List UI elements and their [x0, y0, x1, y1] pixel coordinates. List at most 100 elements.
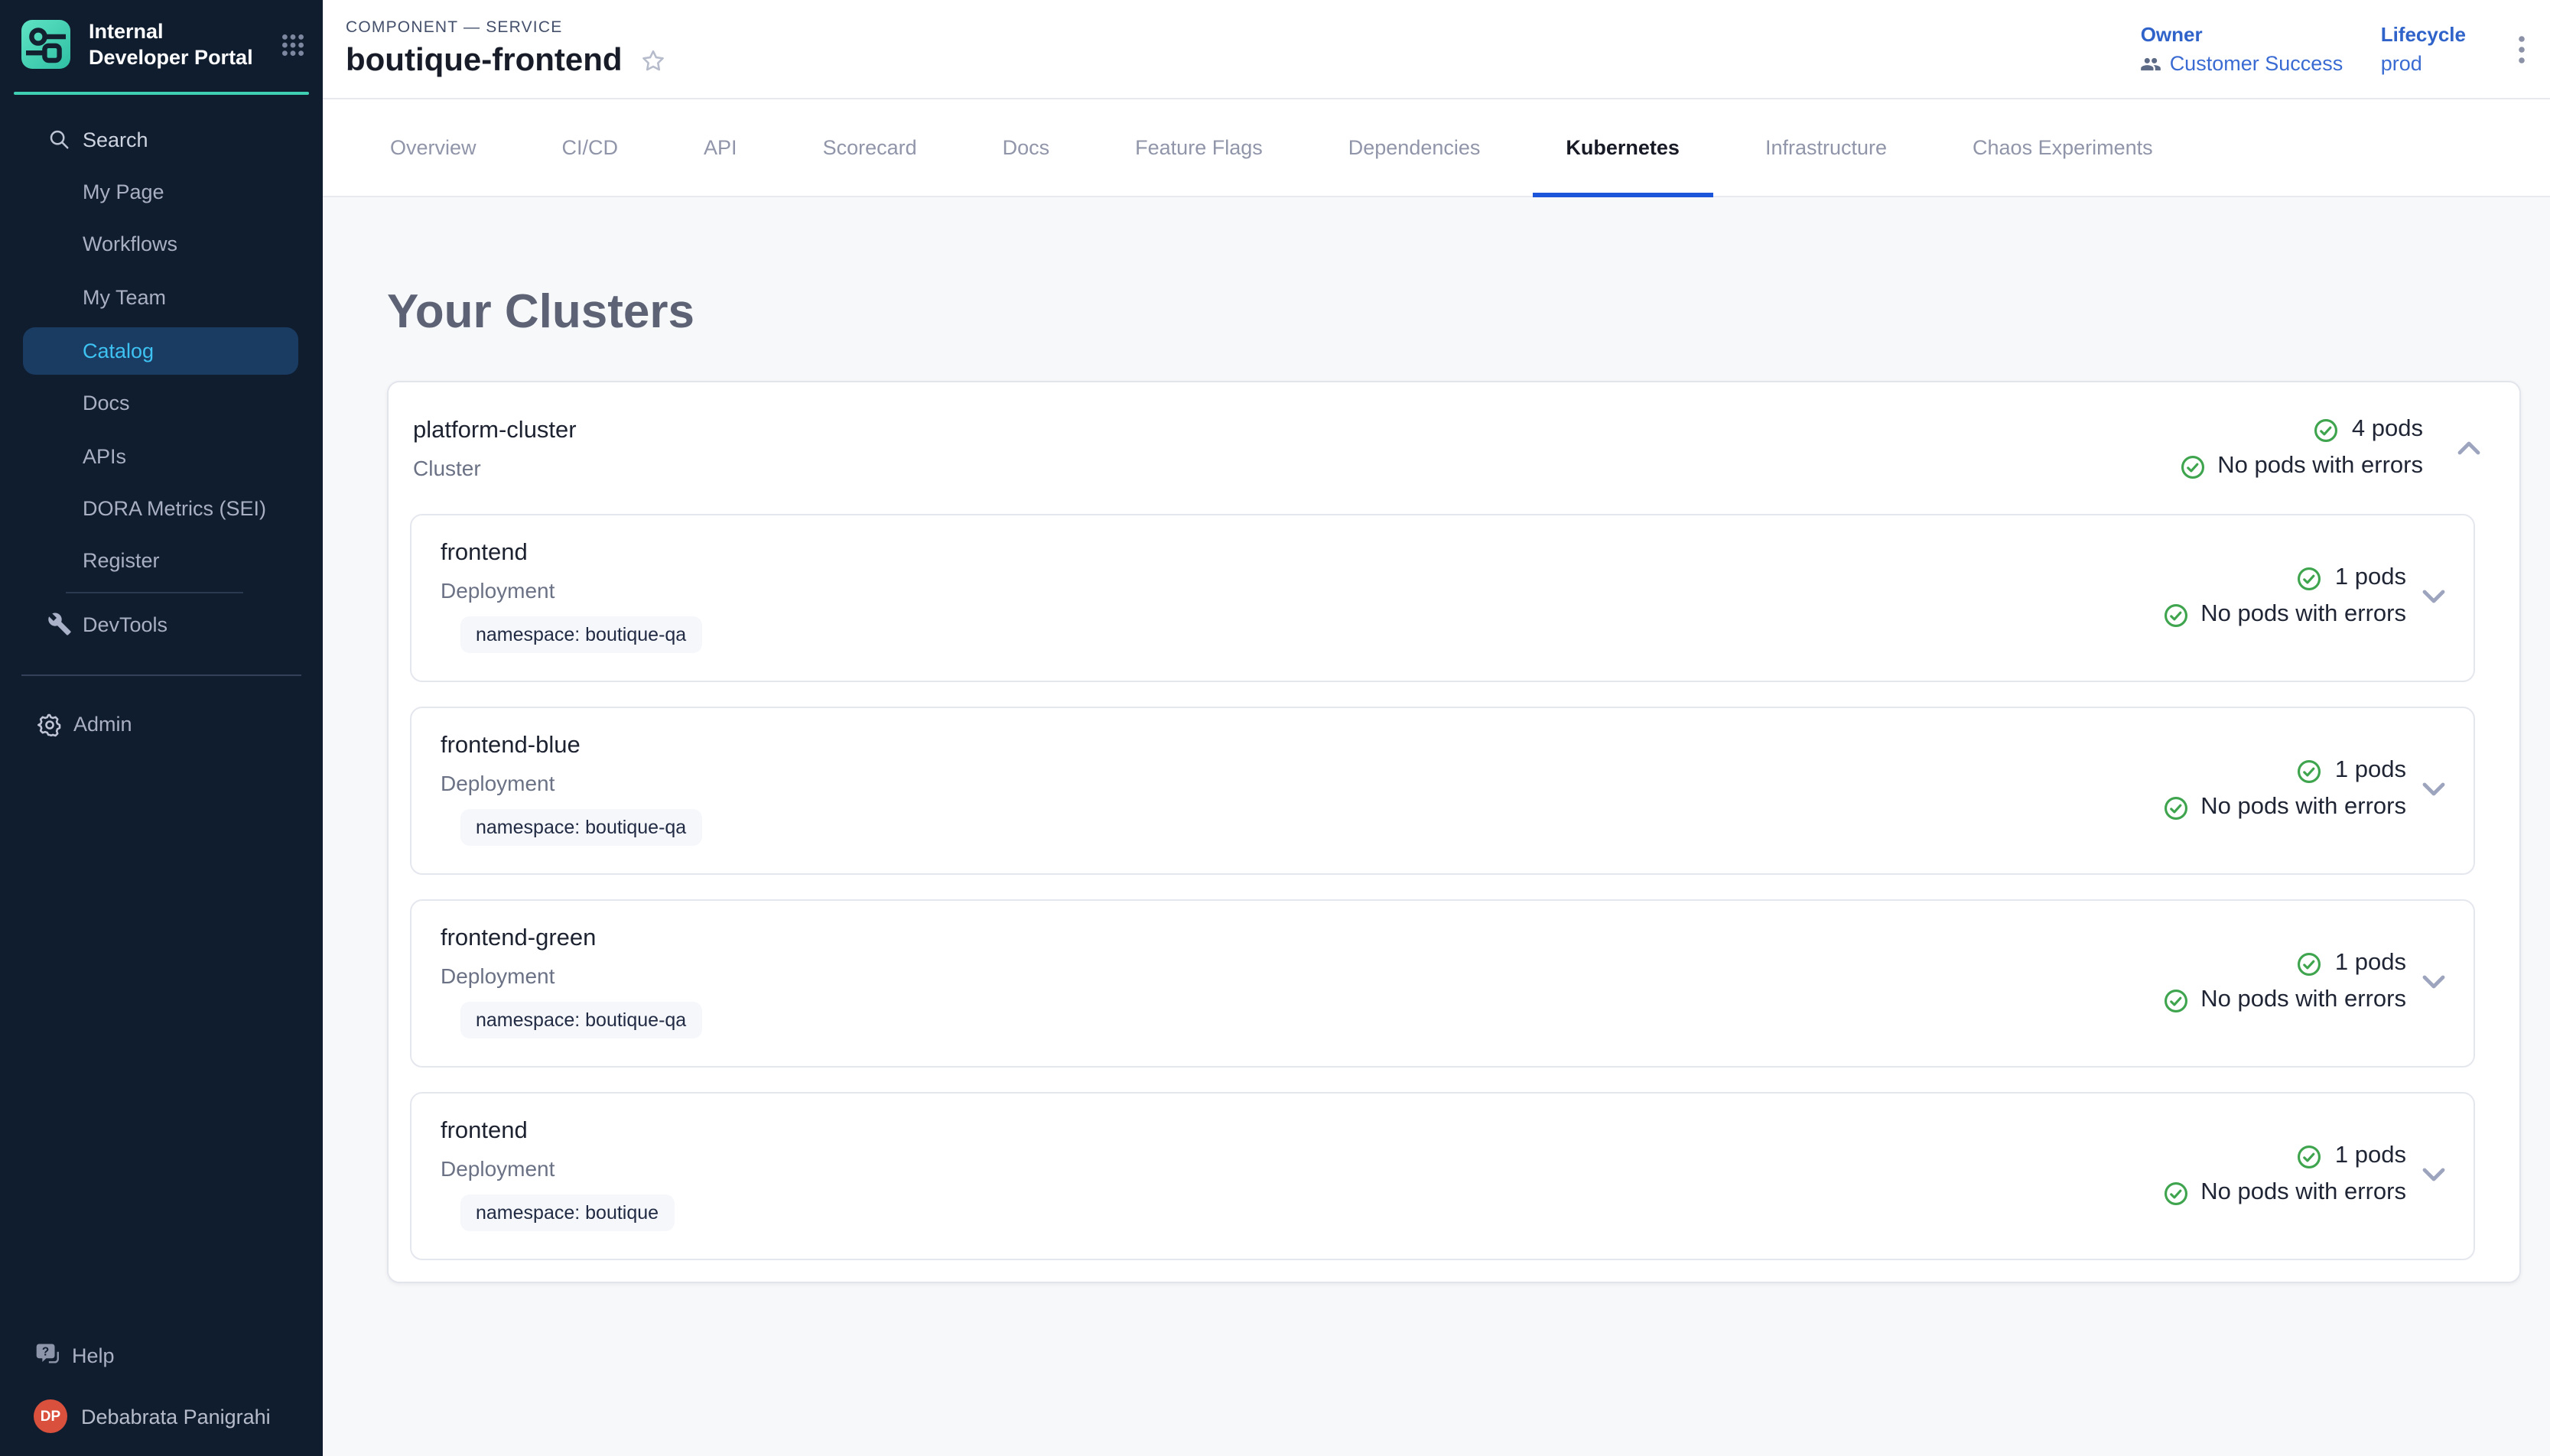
wrench-icon	[47, 613, 72, 637]
tab-infrastructure[interactable]: Infrastructure	[1732, 99, 1921, 196]
sidebar-item-my-team[interactable]: My Team	[0, 271, 323, 323]
sidebar-item-help[interactable]: ? Help	[0, 1329, 323, 1381]
check-circle-icon	[2179, 453, 2205, 479]
workload-pod-summary: 1 pods No pods with errors	[2162, 564, 2406, 629]
sidebar-item-label: DORA Metrics (SEI)	[83, 497, 266, 520]
tab-cicd[interactable]: CI/CD	[529, 99, 652, 196]
pods-count: 1 pods	[2335, 1142, 2406, 1170]
pods-count: 1 pods	[2335, 564, 2406, 592]
check-circle-icon	[2314, 417, 2340, 443]
sidebar-spacer	[0, 751, 323, 1329]
namespace-chip: namespace: boutique-qa	[460, 1002, 701, 1038]
kubernetes-panel: Your Clusters platform-cluster Cluster 4…	[323, 197, 2550, 1456]
sidebar-item-label: Workflows	[83, 233, 177, 256]
sidebar-item-catalog[interactable]: Catalog	[23, 327, 298, 374]
tab-overview[interactable]: Overview	[356, 99, 510, 196]
app-title: Internal Developer Portal	[89, 18, 266, 70]
entity-header: COMPONENT — SERVICE boutique-frontend Ow…	[323, 0, 2550, 99]
sidebar-item-label: APIs	[83, 444, 126, 467]
sidebar-item-register[interactable]: Register	[0, 535, 323, 587]
help-label: Help	[72, 1344, 115, 1367]
sidebar-nav: Search My Page Workflows My Team Catalog…	[0, 95, 323, 751]
namespace-chip: namespace: boutique-qa	[460, 616, 701, 653]
workload-pod-summary: 1 pods No pods with errors	[2162, 1142, 2406, 1207]
tab-scorecard[interactable]: Scorecard	[789, 99, 951, 196]
chevron-down-icon[interactable]	[2422, 1167, 2446, 1182]
chevron-down-icon[interactable]	[2422, 589, 2446, 604]
workload-card: frontend Deployment namespace: boutique-…	[410, 514, 2475, 682]
workload-name: frontend	[441, 540, 701, 567]
kebab-menu-icon[interactable]	[2512, 28, 2532, 70]
chevron-down-icon[interactable]	[2422, 782, 2446, 797]
workload-card: frontend Deployment namespace: boutique …	[410, 1092, 2475, 1260]
sidebar-item-admin[interactable]: Admin	[0, 698, 323, 751]
workload-list: frontend Deployment namespace: boutique-…	[389, 505, 2519, 1282]
workload-pod-summary: 1 pods No pods with errors	[2162, 950, 2406, 1014]
sidebar-item-dora-metrics[interactable]: DORA Metrics (SEI)	[0, 483, 323, 535]
idp-logo-icon	[18, 17, 73, 72]
tab-docs[interactable]: Docs	[969, 99, 1084, 196]
workload-name: frontend	[441, 1118, 674, 1146]
cluster-card: platform-cluster Cluster 4 pods No	[387, 381, 2521, 1283]
pods-errors: No pods with errors	[2200, 986, 2406, 1014]
tab-feature-flags[interactable]: Feature Flags	[1101, 99, 1296, 196]
avatar: DP	[34, 1399, 67, 1433]
check-circle-icon	[2162, 987, 2188, 1013]
help-chat-icon: ?	[35, 1342, 61, 1368]
lifecycle-value: prod	[2381, 52, 2466, 75]
pods-count: 1 pods	[2335, 757, 2406, 785]
sidebar-item-my-page[interactable]: My Page	[0, 166, 323, 219]
check-circle-icon	[2162, 795, 2188, 821]
tab-chaos-experiments[interactable]: Chaos Experiments	[1939, 99, 2187, 196]
workload-kind: Deployment	[441, 964, 701, 988]
check-circle-icon	[2297, 1143, 2323, 1169]
page-title: boutique-frontend	[346, 43, 623, 80]
workload-card: frontend-green Deployment namespace: bou…	[410, 899, 2475, 1068]
star-icon[interactable]	[639, 47, 667, 75]
pods-count: 4 pods	[2352, 416, 2423, 444]
sidebar-item-label: Catalog	[83, 339, 154, 362]
entity-tabs: Overview CI/CD API Scorecard Docs Featur…	[323, 99, 2550, 197]
tab-api[interactable]: API	[670, 99, 771, 196]
tab-kubernetes[interactable]: Kubernetes	[1532, 99, 1713, 196]
namespace-chip: namespace: boutique-qa	[460, 809, 701, 846]
cluster-header[interactable]: platform-cluster Cluster 4 pods No	[389, 382, 2519, 505]
cluster-kind: Cluster	[413, 455, 577, 479]
lifecycle-block: Lifecycle prod	[2381, 23, 2466, 75]
app-grid-icon[interactable]	[281, 33, 304, 56]
sidebar-item-label: DevTools	[83, 613, 168, 636]
sidebar-item-search[interactable]: Search	[0, 113, 323, 166]
content-area: COMPONENT — SERVICE boutique-frontend Ow…	[323, 0, 2550, 1456]
breadcrumb: COMPONENT — SERVICE	[346, 18, 667, 37]
sidebar-item-devtools[interactable]: DevTools	[0, 598, 323, 651]
cluster-name: platform-cluster	[413, 417, 577, 444]
namespace-chip: namespace: boutique	[460, 1194, 674, 1231]
sidebar-item-label: My Team	[83, 286, 166, 309]
tab-dependencies[interactable]: Dependencies	[1315, 99, 1514, 196]
brand-header[interactable]: Internal Developer Portal	[0, 0, 323, 86]
check-circle-icon	[2297, 565, 2323, 591]
pods-count: 1 pods	[2335, 950, 2406, 977]
chevron-up-icon[interactable]	[2457, 440, 2481, 456]
check-circle-icon	[2297, 951, 2323, 977]
sidebar-item-workflows[interactable]: Workflows	[0, 219, 323, 271]
svg-text:?: ?	[42, 1346, 49, 1359]
section-heading: Your Clusters	[387, 284, 2521, 340]
nav-divider	[21, 674, 301, 675]
owner-label: Owner	[2141, 23, 2335, 46]
sidebar-item-docs[interactable]: Docs	[0, 377, 323, 430]
workload-name: frontend-blue	[441, 733, 701, 760]
pods-errors: No pods with errors	[2200, 601, 2406, 629]
people-icon	[2141, 53, 2162, 74]
owner-block: Owner Customer Success	[2141, 23, 2335, 75]
workload-kind: Deployment	[441, 771, 701, 795]
owner-link[interactable]: Customer Success	[2141, 52, 2335, 75]
chevron-down-icon[interactable]	[2422, 974, 2446, 990]
sidebar-item-label: Admin	[73, 713, 132, 736]
sidebar-item-apis[interactable]: APIs	[0, 430, 323, 483]
sidebar-item-label: My Page	[83, 180, 164, 203]
sidebar-item-label: Search	[83, 128, 148, 151]
entity-header-left: COMPONENT — SERVICE boutique-frontend	[346, 18, 667, 80]
workload-card: frontend-blue Deployment namespace: bout…	[410, 707, 2475, 875]
user-profile[interactable]: DP Debabrata Panigrahi	[0, 1381, 323, 1456]
